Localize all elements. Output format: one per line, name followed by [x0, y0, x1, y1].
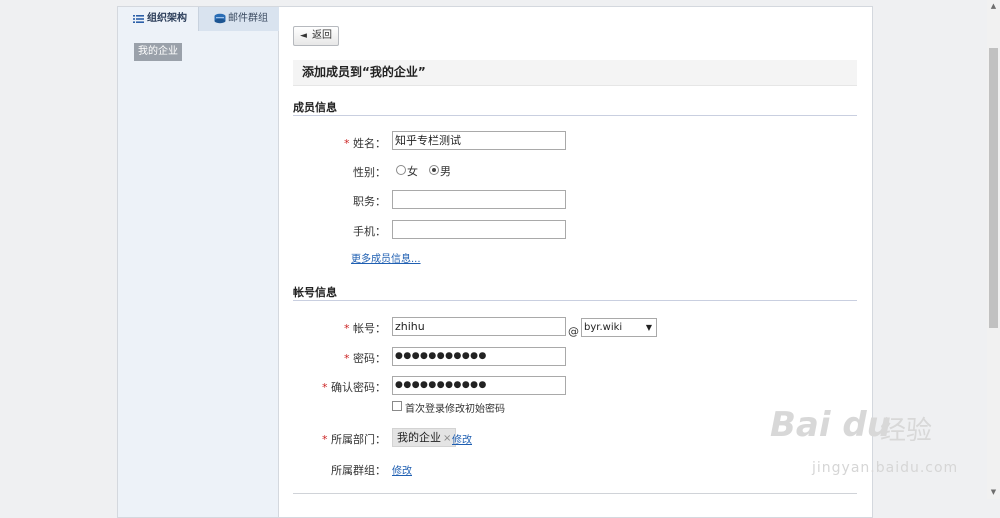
page-title-text: 添加成员到“我的企业”: [302, 65, 426, 79]
main-panel: 组织架构 邮件群组 我的企业 ◄ 返回 添加成员到“我的企业” 成员信息 * 姓…: [117, 6, 873, 518]
position-label: 职务：: [353, 195, 386, 208]
back-button-label: 返回: [312, 30, 332, 41]
form-bottom-divider: [293, 493, 857, 494]
name-input[interactable]: 知乎专栏测试: [392, 131, 566, 150]
required-mark: *: [322, 381, 328, 394]
watermark-cn: 经验: [880, 416, 933, 446]
gender-label: 性别：: [353, 166, 386, 179]
tab-org-label: 组织架构: [147, 13, 187, 24]
department-label: * 所属部门：: [322, 433, 386, 446]
position-input[interactable]: [392, 190, 566, 209]
password-input[interactable]: ●●●●●●●●●●●: [392, 347, 566, 366]
more-member-info-link[interactable]: 更多成员信息...: [351, 250, 421, 265]
gender-female-label: 女: [407, 165, 418, 178]
tab-org-structure[interactable]: 组织架构: [118, 7, 198, 31]
required-mark: *: [344, 352, 350, 365]
watermark-url: jingyan.baidu.com: [812, 460, 959, 476]
edit-group-link[interactable]: 修改: [392, 462, 412, 477]
gender-male-radio[interactable]: [429, 165, 439, 175]
domain-select-value: byr.wiki: [584, 322, 623, 333]
name-label: * 姓名：: [344, 137, 386, 150]
password-label: * 密码：: [344, 352, 386, 365]
page-scrollbar[interactable]: ▲ ▼: [987, 0, 1000, 499]
confirm-password-label: * 确认密码：: [322, 381, 386, 394]
department-tag-label: 我的企业: [397, 431, 441, 444]
scroll-thumb[interactable]: [989, 48, 998, 328]
tab-mail-groups[interactable]: 邮件群组: [198, 7, 279, 31]
tree-node-my-company[interactable]: 我的企业: [134, 43, 182, 61]
back-button[interactable]: ◄ 返回: [293, 26, 339, 46]
page-title: 添加成员到“我的企业”: [293, 60, 857, 86]
gender-female-radio[interactable]: [396, 165, 406, 175]
mail-group-icon: [214, 7, 226, 41]
back-arrow-icon: ◄: [300, 31, 307, 41]
required-mark: *: [322, 433, 328, 446]
required-mark: *: [344, 322, 350, 335]
watermark-logo: Bai du: [770, 405, 891, 445]
edit-department-link[interactable]: 修改: [452, 431, 472, 446]
mobile-label: 手机：: [353, 225, 386, 238]
account-input[interactable]: zhihu: [392, 317, 566, 336]
section-account-info: 帐号信息: [293, 286, 337, 299]
first-login-change-password-checkbox[interactable]: [392, 401, 402, 411]
section-divider: [293, 115, 857, 116]
section-divider: [293, 300, 857, 301]
scroll-down-icon[interactable]: ▼: [987, 486, 1000, 499]
confirm-password-input[interactable]: ●●●●●●●●●●●: [392, 376, 566, 395]
tab-mail-label: 邮件群组: [228, 13, 268, 24]
section-member-info: 成员信息: [293, 101, 337, 114]
group-label: 所属群组：: [331, 464, 386, 477]
department-tag: 我的企业 ×: [392, 428, 457, 447]
required-mark: *: [344, 137, 350, 150]
domain-select[interactable]: byr.wiki ▼: [581, 318, 657, 337]
chevron-down-icon: ▼: [645, 323, 652, 332]
mobile-input[interactable]: [392, 220, 566, 239]
sidebar-tabs: 组织架构 邮件群组: [118, 7, 279, 31]
sidebar: 组织架构 邮件群组 我的企业: [118, 7, 279, 517]
remove-department-icon[interactable]: ×: [443, 433, 451, 444]
at-symbol: @: [568, 325, 579, 338]
first-login-change-password-label: 首次登录修改初始密码: [405, 404, 505, 415]
account-label: * 帐号：: [344, 322, 386, 335]
scroll-up-icon[interactable]: ▲: [987, 0, 1000, 13]
gender-male-label: 男: [440, 165, 451, 178]
list-icon: [133, 7, 144, 41]
